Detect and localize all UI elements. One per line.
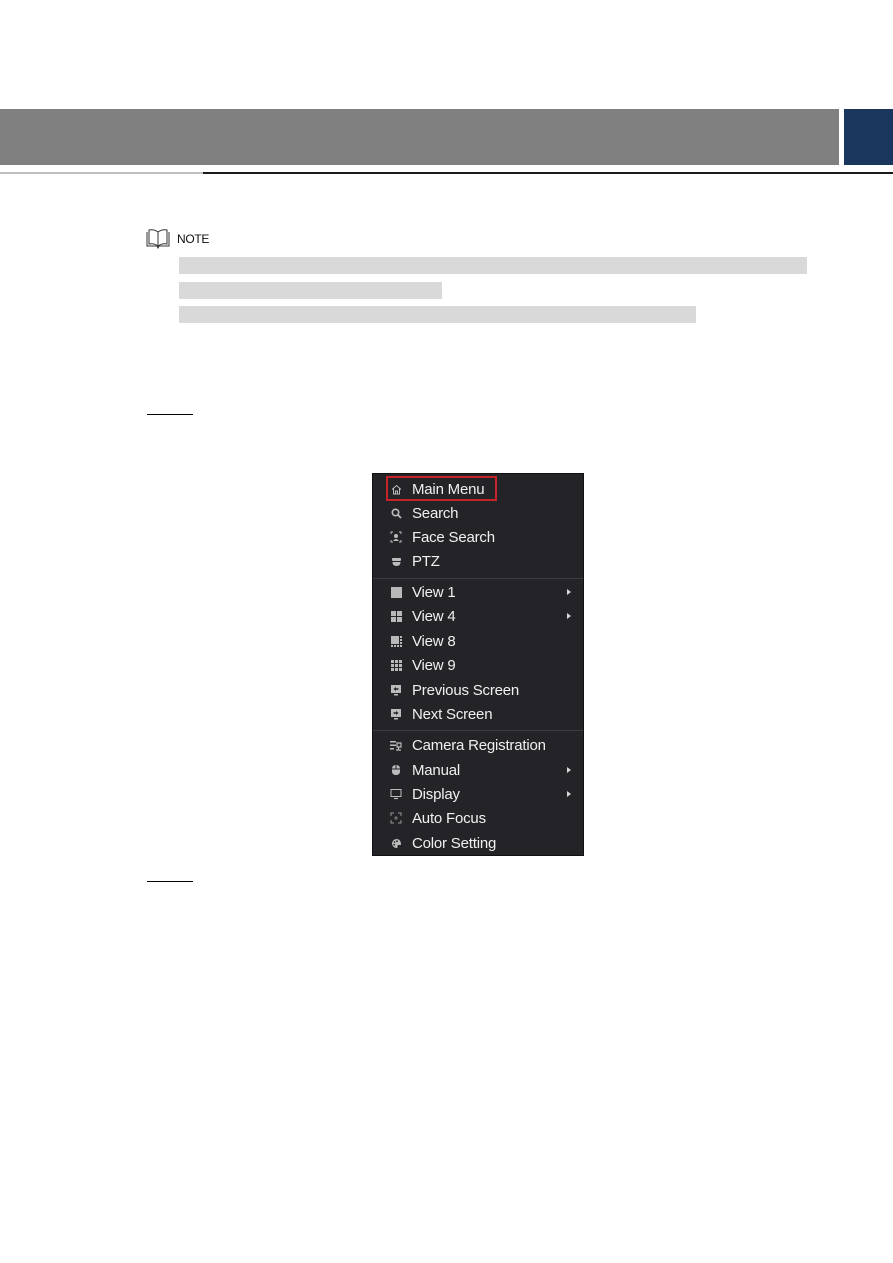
- menu-item-view-8[interactable]: View 8: [373, 629, 583, 653]
- display-icon: [390, 788, 402, 800]
- submenu-arrow-icon: [567, 589, 571, 595]
- menu-item-search[interactable]: Search: [373, 501, 583, 525]
- next-screen-icon: [390, 708, 402, 720]
- book-icon: [145, 229, 171, 250]
- ptz-camera-icon: [390, 555, 402, 567]
- view1-icon: [390, 586, 402, 598]
- note-heading: NOTE: [145, 229, 210, 250]
- view9-icon: [390, 659, 402, 671]
- view4-icon: [390, 610, 402, 622]
- search-icon: [390, 507, 402, 519]
- view8-icon: [390, 635, 402, 647]
- menu-item-face-search[interactable]: Face Search: [373, 525, 583, 549]
- menu-divider: [373, 578, 583, 579]
- menu-item-ptz[interactable]: PTZ: [373, 549, 583, 573]
- color-setting-icon: [390, 837, 402, 849]
- auto-focus-icon: [390, 812, 402, 824]
- chapter-header-bar: [0, 109, 839, 165]
- manual-record-icon: [390, 764, 402, 776]
- header-rule: [203, 172, 893, 174]
- menu-item-view-9[interactable]: View 9: [373, 653, 583, 677]
- menu-item-view-1[interactable]: View 1: [373, 580, 583, 604]
- home-icon: [390, 483, 402, 495]
- context-menu: Main Menu Search Face Search PTZ View 1 …: [372, 473, 584, 856]
- note-label: NOTE: [177, 232, 210, 246]
- menu-item-previous-screen[interactable]: Previous Screen: [373, 678, 583, 702]
- menu-item-main-menu[interactable]: Main Menu: [373, 477, 583, 501]
- menu-item-color-setting[interactable]: Color Setting: [373, 831, 583, 855]
- chapter-number-tab: [844, 109, 893, 165]
- menu-item-next-screen[interactable]: Next Screen: [373, 702, 583, 726]
- submenu-arrow-icon: [567, 791, 571, 797]
- note-line-redacted: [179, 282, 442, 299]
- step-2-underline: [147, 881, 193, 882]
- menu-item-manual[interactable]: Manual: [373, 758, 583, 782]
- menu-item-auto-focus[interactable]: Auto Focus: [373, 806, 583, 830]
- header-rule-light: [0, 172, 203, 174]
- submenu-arrow-icon: [567, 613, 571, 619]
- menu-divider: [373, 730, 583, 731]
- face-icon: [390, 531, 402, 543]
- camera-registration-icon: [390, 739, 402, 751]
- previous-screen-icon: [390, 684, 402, 696]
- step-1-underline: [147, 414, 193, 415]
- menu-item-view-4[interactable]: View 4: [373, 604, 583, 628]
- menu-item-camera-registration[interactable]: Camera Registration: [373, 733, 583, 757]
- note-line-redacted: [179, 257, 807, 274]
- submenu-arrow-icon: [567, 767, 571, 773]
- menu-item-display[interactable]: Display: [373, 782, 583, 806]
- note-line-redacted: [179, 306, 696, 323]
